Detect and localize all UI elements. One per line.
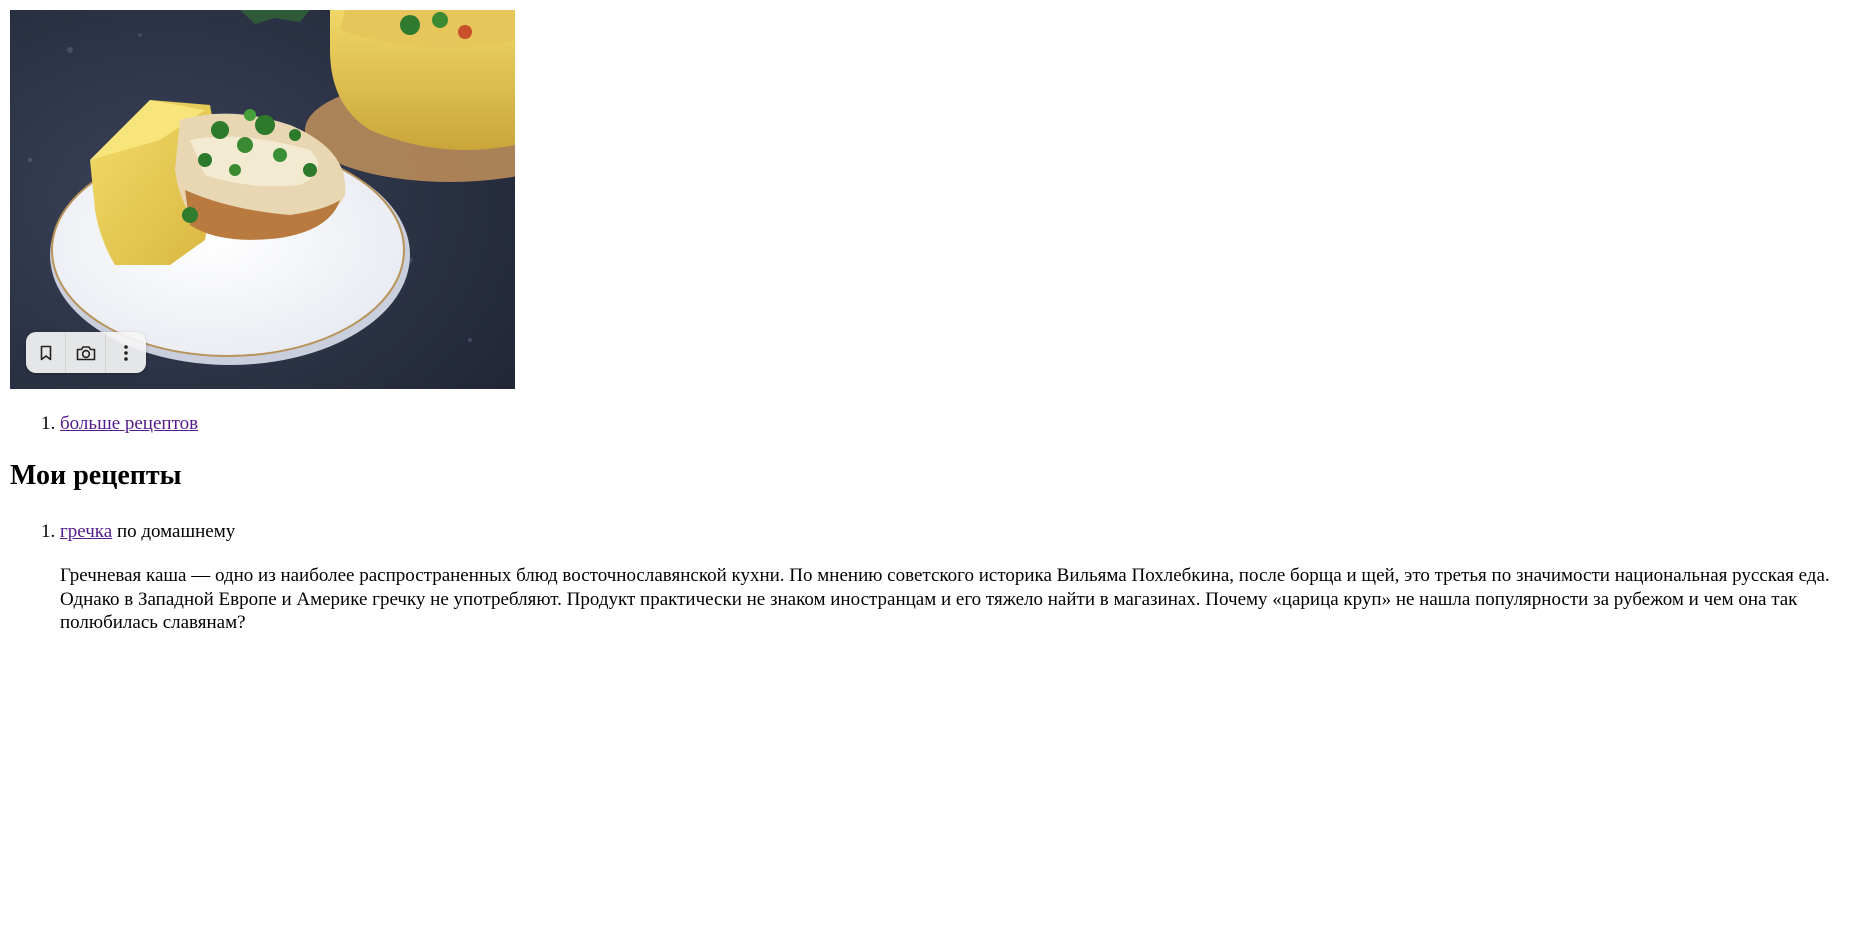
- search-by-image-button[interactable]: [66, 332, 106, 373]
- bookmark-button[interactable]: [26, 332, 66, 373]
- more-options-button[interactable]: [106, 332, 146, 373]
- bookmark-icon: [40, 345, 51, 360]
- recipe-title-rest: по домашнему: [112, 521, 236, 542]
- more-vertical-icon: [124, 344, 128, 361]
- recipe-description: Гречневая каша — одно из наиболее распро…: [60, 565, 1830, 633]
- recipe-item: гречка по домашнему Гречневая каша — одн…: [60, 521, 1850, 635]
- more-recipes-link[interactable]: больше рецептов: [60, 413, 198, 434]
- list-item: больше рецептов: [60, 413, 660, 435]
- camera-icon: [76, 345, 95, 360]
- photo-toolbar: [26, 332, 146, 373]
- more-recipes-list: больше рецептов: [10, 413, 660, 435]
- recipes-list: гречка по домашнему Гречневая каша — одн…: [10, 521, 1850, 635]
- recipe-photo: [10, 10, 515, 389]
- page-title: Мои рецепты: [10, 460, 182, 491]
- recipe-link[interactable]: гречка: [60, 521, 112, 542]
